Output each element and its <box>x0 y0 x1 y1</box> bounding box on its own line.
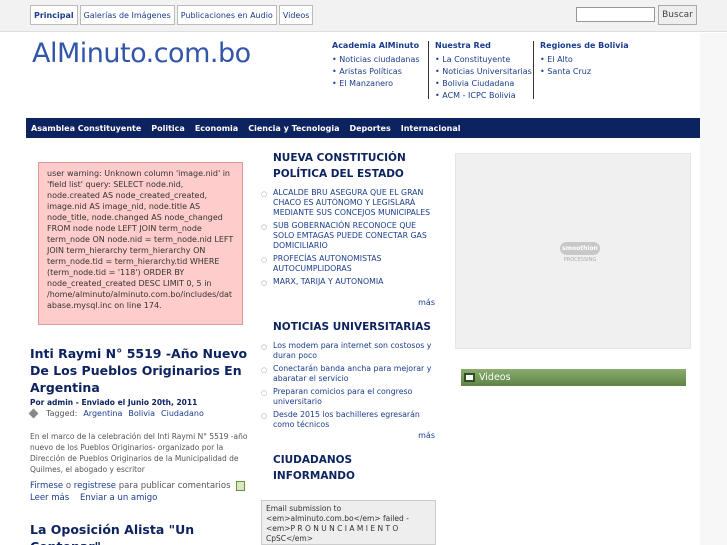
header-col-regiones: Regiones de Bolivia El Alto Santa Cruz <box>540 41 629 78</box>
email-notice: Email submission to <em>alminuto.com.bo<… <box>261 500 436 545</box>
header-link[interactable]: Noticias Universitarias <box>435 66 532 78</box>
header-col-title: Regiones de Bolivia <box>540 41 629 50</box>
post-title[interactable]: La Oposición Alista "Un Centenar" <box>30 521 250 545</box>
middle-column: NUEVA CONSTITUCIÓN POLÍTICA DEL ESTADO A… <box>261 140 439 545</box>
main-nav: Asamblea Constituyente Politica Economia… <box>26 118 700 138</box>
sql-warning-box: user warning: Unknown column 'image.nid'… <box>38 162 243 325</box>
news-item[interactable]: Preparan comicios para el congreso unive… <box>261 387 436 407</box>
news-list: Los modem para internet son costosos y d… <box>261 341 436 433</box>
or-text: o <box>65 481 72 491</box>
news-item[interactable]: Los modem para internet son costosos y d… <box>261 341 436 361</box>
header-link[interactable]: Aristas Políticas <box>332 66 420 78</box>
nav-politica[interactable]: Politica <box>146 124 190 133</box>
tag-icon <box>28 408 39 419</box>
player-logo: smoothion <box>560 242 600 255</box>
video-player[interactable]: smoothion PROCESSING <box>455 153 691 349</box>
top-bar: Principal Galerías de Imágenes Publicaci… <box>0 0 727 32</box>
more-link[interactable]: más <box>418 431 435 440</box>
nav-deportes[interactable]: Deportes <box>344 124 395 133</box>
header-divider <box>428 41 429 99</box>
news-list: ALCALDE BRU ASEGURA QUE EL GRAN CHACO ES… <box>261 188 436 290</box>
tags-label: Tagged: <box>46 409 78 418</box>
section-title: NUEVA CONSTITUCIÓN POLÍTICA DEL ESTADO <box>273 152 406 180</box>
post-excerpt: En el marco de la celebración del Inti R… <box>30 432 248 474</box>
nav-internacional[interactable]: Internacional <box>396 124 466 133</box>
post-links: Firmese o registrese para publicar comen… <box>30 480 256 504</box>
player-status: PROCESSING <box>563 257 597 263</box>
login-link[interactable]: Firmese <box>30 481 63 491</box>
register-link[interactable]: registrese <box>74 481 116 491</box>
site-logo[interactable]: AlMinuto.com.bo <box>32 38 251 69</box>
header-link[interactable]: La Constituyente <box>435 54 532 66</box>
header-col-academia: Academia AlMinuto Noticias ciudadanas Ar… <box>332 41 420 90</box>
header-link[interactable]: ACM - ICPC Bolivia <box>435 90 532 102</box>
document-icon <box>235 480 245 491</box>
post-tags: Tagged: Argentina Bolivia Ciudadano <box>28 408 204 419</box>
search-button[interactable]: Buscar <box>658 5 697 25</box>
news-item[interactable]: ALCALDE BRU ASEGURA QUE EL GRAN CHACO ES… <box>261 188 436 218</box>
read-more-link[interactable]: Leer más <box>30 493 69 503</box>
send-friend-link[interactable]: Enviar a un amigo <box>80 493 157 503</box>
film-icon <box>464 373 475 382</box>
news-item[interactable]: Conectarán banda ancha para mejorar y ab… <box>261 364 436 384</box>
section-title: NOTICIAS UNIVERSITARIAS <box>273 321 431 333</box>
page-edge <box>700 33 727 545</box>
header-link[interactable]: Noticias ciudadanas <box>332 54 419 66</box>
nav-ciencia[interactable]: Ciencia y Tecnologia <box>243 124 344 133</box>
header-link[interactable]: El Manzanero <box>332 78 420 90</box>
topnav-videos[interactable]: Videos <box>278 5 314 25</box>
header-link[interactable]: Santa Cruz <box>540 66 629 78</box>
section-title: CIUDADANOS INFORMANDO <box>273 454 355 482</box>
topnav-audio[interactable]: Publicaciones en Audio <box>176 5 277 25</box>
topnav-galerias[interactable]: Galerías de Imágenes <box>79 5 175 25</box>
nav-economia[interactable]: Economia <box>190 124 243 133</box>
top-nav: Principal Galerías de Imágenes Publicaci… <box>30 5 314 25</box>
header-col-title: Academia AlMinuto <box>332 41 420 50</box>
post-title[interactable]: Inti Raymi N° 5519 -Año Nuevo De Los Pue… <box>30 345 250 396</box>
search-input[interactable] <box>576 7 655 22</box>
news-item[interactable]: PROFECÍAS AUTONOMISTAS AUTOCUMPLIDORAS <box>261 254 436 274</box>
videos-title: Videos <box>479 372 511 383</box>
left-column: user warning: Unknown column 'image.nid'… <box>26 140 258 545</box>
news-item[interactable]: MARX, TARIJA Y AUTONOMIA <box>261 277 436 288</box>
right-column: smoothion PROCESSING Videos <box>446 140 700 545</box>
site-header: AlMinuto.com.bo Academia AlMinuto Notici… <box>26 34 700 116</box>
videos-header: Videos <box>461 369 686 386</box>
news-item[interactable]: Desde 2015 los bachilleres egresarán com… <box>261 410 436 430</box>
post-meta: Por admin - Enviado el Junio 20th, 2011 <box>30 398 198 407</box>
comment-text: para publicar comentarios <box>118 481 231 491</box>
header-col-title: Nuestra Red <box>435 41 491 50</box>
header-divider <box>533 41 534 99</box>
tag-link[interactable]: Bolivia <box>128 409 155 418</box>
tag-link[interactable]: Argentina <box>83 409 122 418</box>
news-item[interactable]: SUB GOBERNACIÓN RECONOCE QUE SOLO EMTAGA… <box>261 221 436 251</box>
tag-link[interactable]: Ciudadano <box>161 409 204 418</box>
more-link[interactable]: más <box>418 298 435 307</box>
header-col-red: Nuestra Red La Constituyente Noticias Un… <box>435 41 532 102</box>
header-link[interactable]: El Alto <box>540 54 629 66</box>
header-link[interactable]: Bolivia Ciudadana <box>435 78 532 90</box>
topnav-principal[interactable]: Principal <box>30 5 78 25</box>
nav-asamblea[interactable]: Asamblea Constituyente <box>26 124 146 133</box>
player-loading: smoothion PROCESSING <box>560 242 600 263</box>
